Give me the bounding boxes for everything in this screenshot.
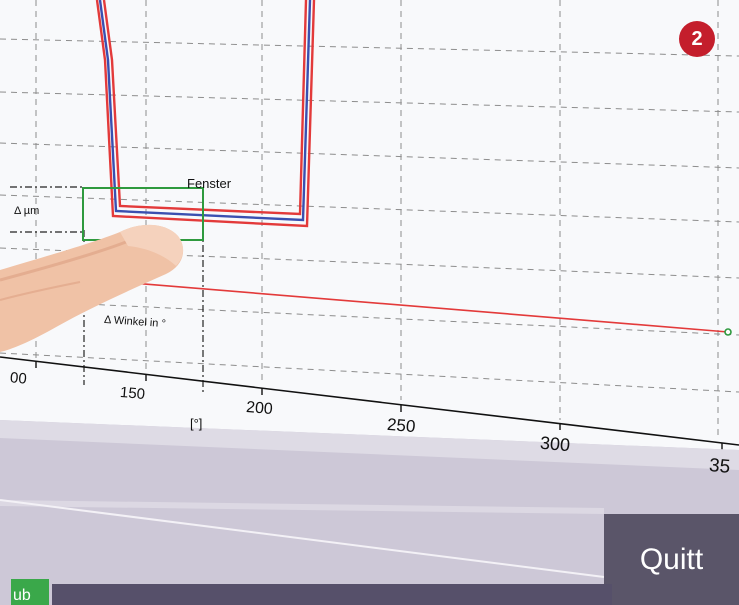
quitt-button[interactable]: Quitt bbox=[604, 514, 739, 605]
window-label: Fenster bbox=[187, 176, 232, 191]
x-tick-label: 35 bbox=[708, 455, 732, 478]
green-tab-button[interactable]: ub bbox=[11, 579, 49, 605]
step-number-badge: 2 bbox=[679, 21, 715, 57]
screen-photo: 2 Fenster Δ µm Δ Winkel in ° [°] 00 150 … bbox=[0, 0, 739, 605]
dark-tab-button[interactable] bbox=[52, 584, 612, 605]
x-tick-label: 300 bbox=[539, 432, 571, 456]
plot-background bbox=[0, 0, 739, 470]
x-unit-label: [°] bbox=[190, 416, 203, 431]
delta-um-label: Δ µm bbox=[14, 205, 40, 217]
reference-point bbox=[724, 328, 732, 336]
x-tick-label: 200 bbox=[245, 398, 274, 419]
x-tick-label: 00 bbox=[9, 369, 28, 388]
x-tick-label: 250 bbox=[386, 414, 417, 437]
x-tick-label: 150 bbox=[119, 383, 146, 404]
